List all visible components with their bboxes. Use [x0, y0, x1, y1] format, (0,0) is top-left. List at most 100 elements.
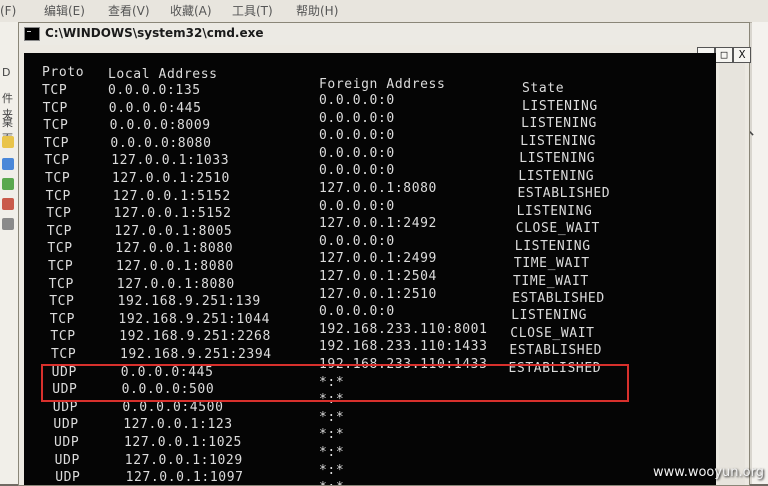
menu-help[interactable]: 帮助(H) [296, 0, 338, 22]
folder-icon[interactable] [2, 136, 14, 148]
cell-local-address: 127.0.0.1:1097 [125, 470, 244, 485]
cell-foreign-address: *:* [319, 480, 344, 485]
cell-local-address: 0.0.0.0:4500 [122, 399, 224, 415]
cell-proto: TCP [43, 118, 69, 134]
cell-local-address: 0.0.0.0:8080 [110, 135, 212, 151]
cell-proto: UDP [53, 417, 79, 433]
cell-foreign-address: 127.0.0.1:2499 [319, 251, 437, 267]
maximize-button[interactable]: □ [715, 47, 733, 63]
cell-local-address: 0.0.0.0:8009 [109, 118, 211, 134]
cell-foreign-address: *:* [319, 445, 345, 460]
highlight-box [41, 364, 629, 402]
cell-foreign-address: 192.168.233.110:8001 [319, 321, 488, 337]
cell-local-address: 192.168.9.251:2268 [119, 329, 271, 345]
menu-view[interactable]: 查看(V) [108, 0, 150, 22]
cell-foreign-address: 192.168.233.110:1433 [319, 339, 488, 355]
cell-proto: UDP [54, 435, 80, 450]
console-scrollbar[interactable] [719, 63, 745, 485]
cell-state: CLOSE_WAIT [515, 221, 600, 237]
explorer-right-edge [752, 22, 768, 484]
close-button[interactable]: X [733, 47, 751, 63]
settings-icon[interactable] [2, 218, 14, 230]
cell-proto: TCP [45, 188, 71, 204]
menu-file[interactable]: (F) [0, 0, 16, 22]
cell-proto: TCP [48, 259, 74, 274]
cell-state: LISTENING [511, 308, 588, 324]
cell-state: LISTENING [519, 151, 596, 167]
cell-foreign-address: 0.0.0.0:0 [319, 233, 395, 249]
menu-tools[interactable]: 工具(T) [232, 0, 273, 22]
cell-local-address: 127.0.0.1:123 [123, 417, 233, 433]
cell-local-address: 127.0.0.1:2510 [112, 171, 230, 186]
cell-proto: TCP [46, 223, 73, 239]
cell-foreign-address: 0.0.0.0:0 [319, 128, 395, 144]
cmd-app-icon [24, 27, 40, 41]
cell-local-address: 127.0.0.1:1029 [124, 452, 243, 468]
cell-local-address: 0.0.0.0:445 [108, 100, 202, 116]
console-output[interactable]: Proto Local Address Foreign Address Stat… [24, 53, 716, 485]
cell-local-address: 127.0.0.1:8080 [116, 276, 235, 292]
cell-proto: UDP [54, 452, 80, 468]
cell-local-address: 0.0.0.0:135 [108, 83, 201, 98]
network-icon[interactable] [2, 178, 14, 190]
cell-state: ESTABLISHED [517, 186, 611, 202]
cmd-titlebar[interactable]: C:\WINDOWS\system32\cmd.exe [19, 23, 749, 45]
cell-proto: TCP [42, 100, 68, 116]
cell-local-address: 192.168.9.251:1044 [118, 311, 271, 327]
sidebar-text-1: D [2, 66, 11, 79]
cell-local-address: 127.0.0.1:1033 [111, 153, 230, 169]
cell-local-address: 127.0.0.1:8080 [116, 259, 234, 274]
header-local-address: Local Address [108, 67, 218, 82]
cmd-window-title: C:\WINDOWS\system32\cmd.exe [45, 26, 264, 40]
cell-proto: TCP [47, 241, 73, 257]
cell-proto: TCP [49, 311, 76, 327]
cell-proto: TCP [46, 206, 72, 222]
cell-proto: TCP [43, 135, 70, 151]
explorer-menubar: (F) 编辑(E) 查看(V) 收藏(A) 工具(T) 帮助(H) [0, 0, 768, 23]
cell-foreign-address: *:* [319, 462, 345, 478]
cell-state: TIME_WAIT [513, 273, 589, 289]
cell-state: ESTABLISHED [509, 343, 603, 359]
cell-local-address: 127.0.0.1:5152 [112, 188, 231, 204]
cell-local-address: 192.168.9.251:139 [117, 294, 261, 310]
header-state: State [522, 81, 565, 96]
globe-icon[interactable] [2, 158, 14, 170]
cell-local-address: 127.0.0.1:8005 [114, 223, 233, 239]
cell-foreign-address: 0.0.0.0:0 [319, 163, 395, 179]
cell-state: CLOSE_WAIT [510, 325, 595, 341]
cell-proto: TCP [49, 294, 75, 310]
cell-state: ESTABLISHED [512, 290, 605, 306]
cell-proto: UDP [55, 470, 81, 485]
cell-local-address: 127.0.0.1:5152 [113, 206, 232, 222]
cell-foreign-address: *:* [319, 409, 345, 425]
cell-foreign-address: 0.0.0.0:0 [319, 110, 395, 126]
cell-foreign-address: 0.0.0.0:0 [319, 145, 395, 161]
cell-state: LISTENING [516, 203, 593, 219]
cell-proto: TCP [42, 83, 68, 98]
menu-favorites[interactable]: 收藏(A) [170, 0, 212, 22]
cell-state: LISTENING [520, 133, 597, 149]
cell-proto: TCP [44, 153, 70, 169]
cell-proto: TCP [51, 347, 77, 362]
cell-foreign-address: 0.0.0.0:0 [319, 304, 395, 320]
menu-edit[interactable]: 编辑(E) [44, 0, 85, 22]
tools-icon[interactable] [2, 198, 14, 210]
cmd-window[interactable]: C:\WINDOWS\system32\cmd.exe _ □ X Proto … [18, 22, 751, 486]
cell-foreign-address: 0.0.0.0:0 [319, 198, 395, 214]
cell-proto: TCP [48, 276, 74, 292]
cell-local-address: 192.168.9.251:2394 [120, 347, 272, 362]
cell-foreign-address: 0.0.0.0:0 [319, 93, 395, 108]
cell-local-address: 127.0.0.1:8080 [115, 241, 234, 257]
cell-state: LISTENING [514, 238, 591, 254]
cell-state: LISTENING [518, 168, 595, 184]
cell-foreign-address: 127.0.0.1:2492 [319, 216, 437, 232]
cell-proto: UDP [52, 399, 79, 415]
cell-local-address: 127.0.0.1:1025 [124, 435, 242, 450]
cell-foreign-address: *:* [319, 427, 345, 443]
cell-foreign-address: 127.0.0.1:2510 [319, 286, 437, 302]
cell-foreign-address: 127.0.0.1:8080 [319, 181, 437, 196]
cell-state: TIME_WAIT [513, 256, 590, 272]
cell-state: LISTENING [521, 116, 597, 132]
cell-proto: TCP [50, 329, 76, 345]
watermark: www.wooyun.org [652, 465, 764, 480]
